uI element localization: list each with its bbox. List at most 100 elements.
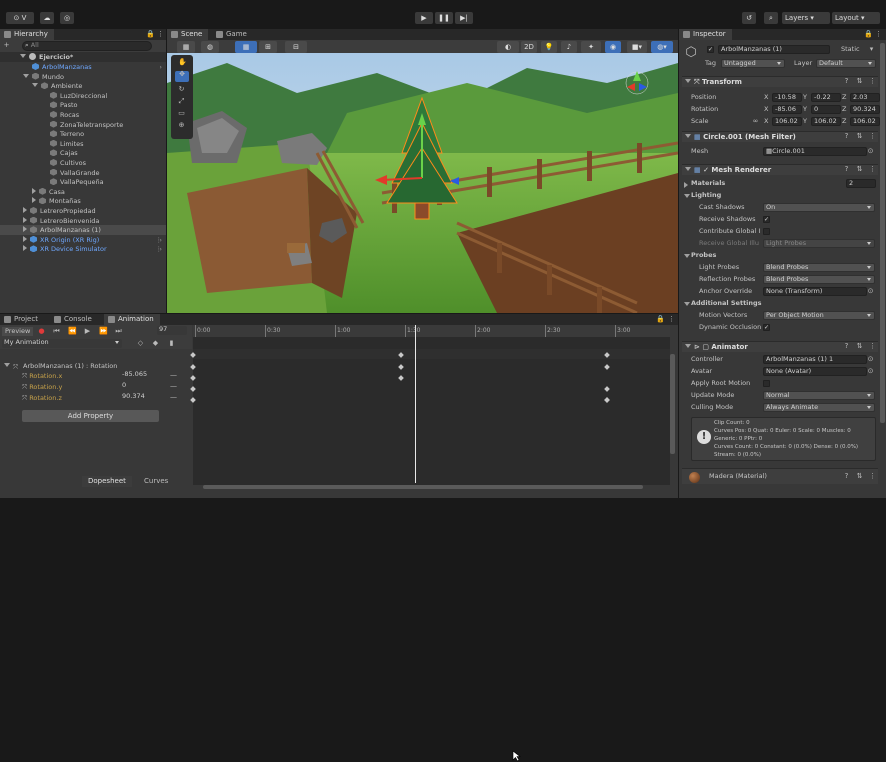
prev-frame-icon[interactable]: ⏪ xyxy=(68,328,77,335)
hierarchy-item[interactable]: Cultivos xyxy=(0,158,166,168)
tab-animation[interactable]: Animation xyxy=(104,314,160,325)
rotate-tool-icon[interactable]: ↻ xyxy=(178,86,185,93)
tab-curves[interactable]: Curves xyxy=(138,476,174,487)
scale-tool-icon[interactable]: ⤢ xyxy=(178,98,185,105)
property-value-field[interactable]: 90.374 xyxy=(120,393,164,402)
expand-icon[interactable] xyxy=(23,73,29,78)
clip-dropdown[interactable]: My Animation xyxy=(2,339,122,348)
tab-hierarchy[interactable]: Hierarchy xyxy=(0,29,54,40)
history-icon[interactable]: ↺ xyxy=(742,12,756,24)
grid-snap-icon[interactable]: ▦ xyxy=(235,41,257,53)
transform-tool-icon[interactable]: ⊕ xyxy=(178,122,185,129)
mesh-field[interactable]: ▦Circle.001 xyxy=(763,147,867,156)
hierarchy-item[interactable]: ArbolManzanas › xyxy=(0,62,166,72)
lighting-icon[interactable]: 💡 xyxy=(541,41,557,53)
hierarchy-item[interactable]: Rocas xyxy=(0,110,166,120)
object-picker-icon[interactable]: ⊙ xyxy=(867,356,874,363)
keyframe[interactable] xyxy=(398,375,404,381)
object-picker-icon[interactable]: ⊙ xyxy=(867,288,874,295)
lock-icon[interactable]: 🔒 xyxy=(146,31,155,38)
property-value-field[interactable]: 0 xyxy=(120,382,164,391)
add-icon[interactable]: + xyxy=(3,42,10,49)
last-frame-icon[interactable]: ⏭ xyxy=(115,328,122,335)
tag-dropdown[interactable]: Untagged xyxy=(721,59,785,68)
tab-dopesheet[interactable]: Dopesheet xyxy=(82,476,132,487)
hierarchy-item[interactable]: VallaGrande xyxy=(0,168,166,178)
scene-viewport[interactable]: ✋ ✥ ↻ ⤢ ▭ ⊕ xyxy=(167,53,678,313)
keyframe[interactable] xyxy=(604,364,610,370)
more-icon[interactable]: ⋮ xyxy=(869,133,876,140)
collapse-icon[interactable] xyxy=(684,254,690,258)
snap-icon[interactable]: ⊞ xyxy=(259,41,277,53)
play-icon[interactable]: ▶ xyxy=(84,328,91,335)
help-icon[interactable]: ? xyxy=(843,78,850,85)
apply-root-motion-checkbox[interactable] xyxy=(763,380,770,387)
position-x-field[interactable]: -10.58 xyxy=(772,93,802,102)
chevron-right-icon[interactable]: › xyxy=(159,62,162,72)
hierarchy-item[interactable]: ZonaTeletransporte xyxy=(0,120,166,130)
update-mode-dropdown[interactable]: Normal xyxy=(763,391,875,400)
help-icon[interactable]: ? xyxy=(843,133,850,140)
tab-inspector[interactable]: Inspector xyxy=(679,29,732,40)
draw-mode-icon[interactable]: ▦ xyxy=(177,41,195,53)
rotation-y-field[interactable]: 0 xyxy=(811,105,841,114)
hierarchy-item[interactable]: Montañas xyxy=(0,196,166,206)
cloud-icon[interactable]: ☁ xyxy=(40,12,54,24)
help-icon[interactable]: ? xyxy=(843,343,850,350)
pause-button[interactable]: ❚❚ xyxy=(435,12,453,24)
preset-icon[interactable]: ⇅ xyxy=(856,166,863,173)
gizmos-icon[interactable]: ◍▾ xyxy=(651,41,673,53)
hierarchy-item[interactable]: ArbolManzanas (1) xyxy=(0,225,166,236)
contribute-gi-checkbox[interactable] xyxy=(763,228,770,235)
more-icon[interactable]: ⋮ xyxy=(157,31,164,38)
hierarchy-item[interactable]: Terreno xyxy=(0,129,166,139)
rect-tool-icon[interactable]: ▭ xyxy=(178,110,185,117)
property-options-icon[interactable]: — xyxy=(170,372,177,379)
playhead[interactable] xyxy=(415,325,416,483)
controller-field[interactable]: ArbolManzanas (1) 1 xyxy=(763,355,867,364)
hidden-objects-icon[interactable]: ◉ xyxy=(605,41,621,53)
rotation-x-field[interactable]: -85.06 xyxy=(772,105,802,114)
cast-shadows-dropdown[interactable]: On xyxy=(763,203,875,212)
expand-icon[interactable] xyxy=(23,245,27,252)
timeline[interactable]: 0:00 0:30 1:00 1:30 2:00 2:30 3:00 xyxy=(190,325,670,485)
anchor-override-field[interactable]: None (Transform) xyxy=(763,287,867,296)
collab-icon[interactable]: ◎ xyxy=(60,12,74,24)
frame-field[interactable]: 97 xyxy=(157,326,187,335)
expand-icon[interactable] xyxy=(23,226,27,233)
more-icon[interactable]: ⋮ xyxy=(156,244,163,254)
static-dropdown-icon[interactable]: ▾ xyxy=(868,46,875,53)
keyframe[interactable] xyxy=(398,364,404,370)
record-icon[interactable]: ● xyxy=(38,328,45,335)
rotation-z-field[interactable]: 90.324 xyxy=(850,105,880,114)
hierarchy-item[interactable]: Mundo xyxy=(0,72,166,82)
material-row[interactable]: Madera (Material) ? ⇅ ⋮ xyxy=(682,468,878,484)
tab-game[interactable]: Game xyxy=(212,29,253,40)
more-icon[interactable]: ⋮ xyxy=(869,166,876,173)
hierarchy-item[interactable]: Ambiente xyxy=(0,81,166,91)
hierarchy-item[interactable]: Limites xyxy=(0,139,166,149)
add-event-icon[interactable]: ▮ xyxy=(168,340,175,347)
active-checkbox[interactable]: ✓ xyxy=(707,46,714,53)
preview-toggle[interactable]: Preview xyxy=(2,327,34,336)
inspector-scrollbar[interactable] xyxy=(880,43,885,423)
more-icon[interactable]: ⋮ xyxy=(875,31,882,38)
expand-icon[interactable] xyxy=(23,207,27,213)
reflection-probes-dropdown[interactable]: Blend Probes xyxy=(763,275,875,284)
timeline-scrollbar[interactable] xyxy=(203,485,643,489)
more-icon[interactable]: ⋮ xyxy=(869,78,876,85)
link-icon[interactable]: ∞ xyxy=(752,118,759,125)
expand-icon[interactable] xyxy=(32,187,36,194)
increment-icon[interactable]: ⊟ xyxy=(285,41,307,53)
property-options-icon[interactable]: — xyxy=(170,383,177,390)
receive-shadows-checkbox[interactable]: ✓ xyxy=(763,216,770,223)
keyframe-icon[interactable]: ◇ xyxy=(137,340,144,347)
expand-icon[interactable] xyxy=(684,182,688,188)
property-options-icon[interactable]: — xyxy=(170,394,177,401)
object-picker-icon[interactable]: ⊙ xyxy=(867,368,874,375)
object-picker-icon[interactable]: ⊙ xyxy=(867,148,874,155)
step-button[interactable]: ▶| xyxy=(455,12,473,24)
keyframe[interactable] xyxy=(604,386,610,392)
avatar-field[interactable]: None (Avatar) xyxy=(763,367,867,376)
hierarchy-item[interactable]: Cajas xyxy=(0,148,166,158)
